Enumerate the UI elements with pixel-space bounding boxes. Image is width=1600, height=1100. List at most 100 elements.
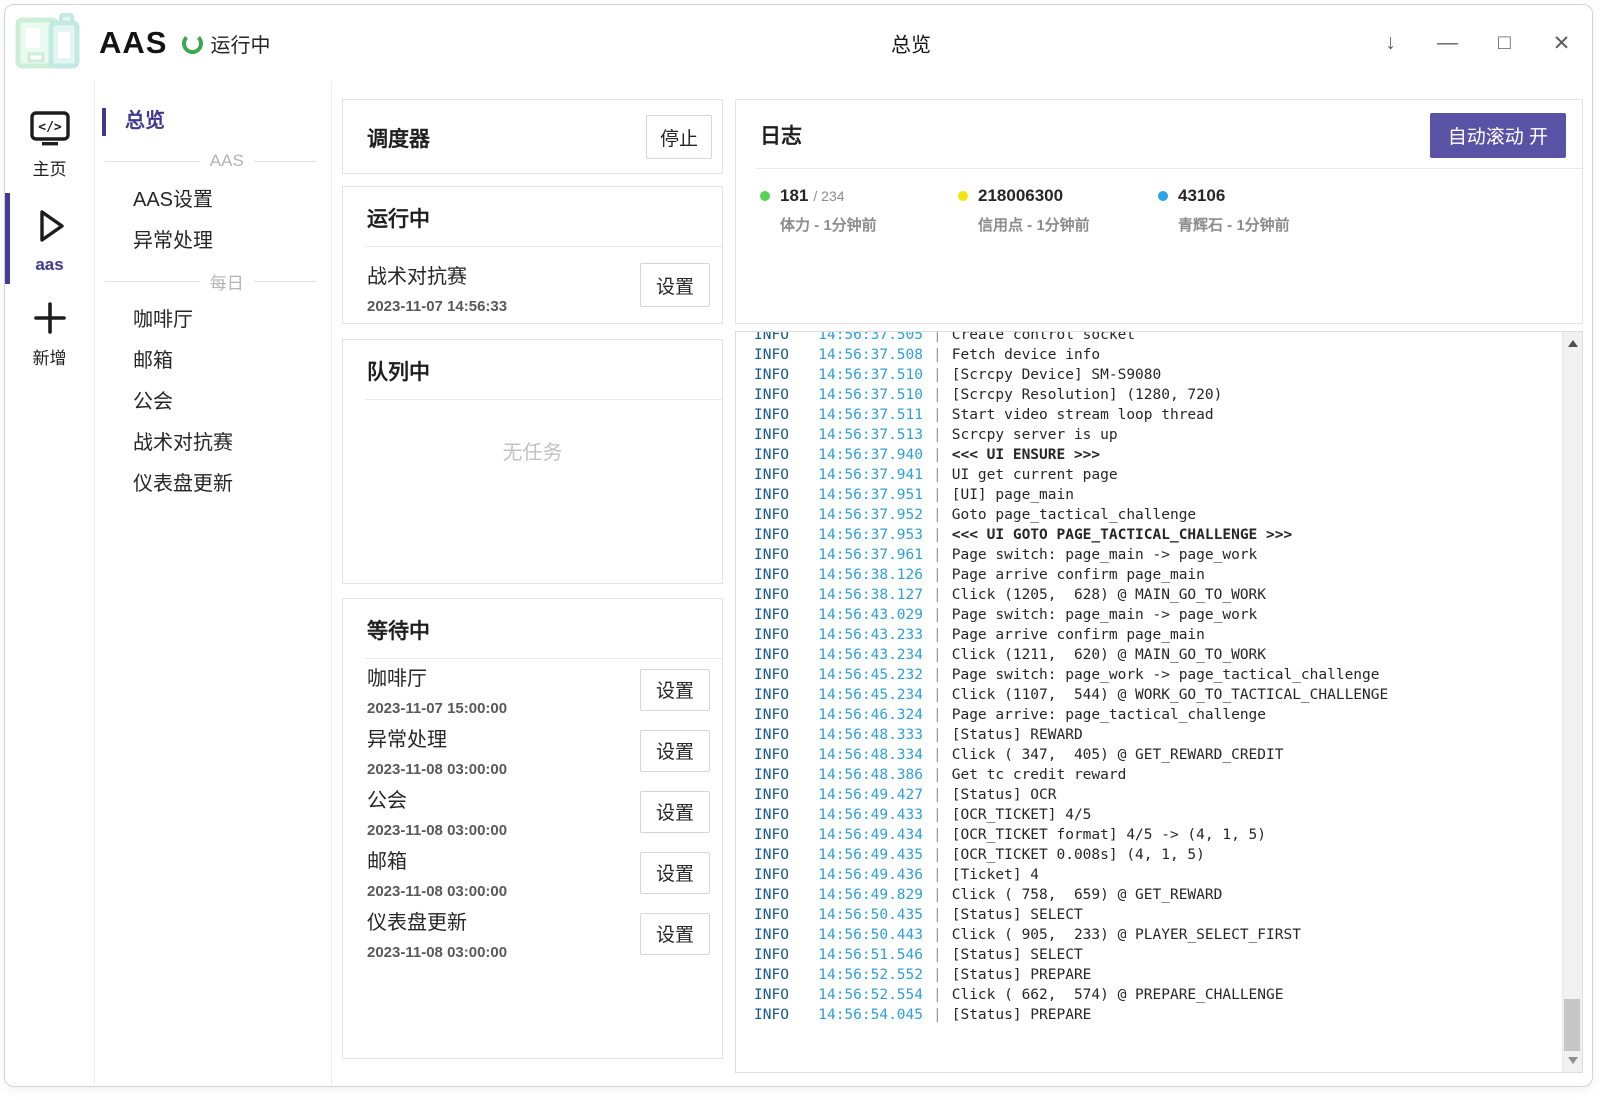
fold-button[interactable]: ↓: [1362, 31, 1419, 55]
log-title: 日志: [760, 120, 802, 150]
log-level: INFO: [736, 885, 803, 905]
log-scrollbar[interactable]: [1562, 332, 1582, 1072]
sidebar-item[interactable]: 总览: [95, 101, 331, 142]
log-message: Goto page_tactical_challenge: [952, 505, 1196, 525]
app-window: AAS 运行中 总览 ↓—□✕ </> 主页 aas 新: [4, 4, 1593, 1087]
log-level: INFO: [736, 365, 803, 385]
stop-button[interactable]: 停止: [646, 115, 712, 159]
log-level: INFO: [736, 505, 803, 525]
log-separator: |: [933, 505, 942, 525]
task-name: 仪表盘更新: [367, 906, 507, 935]
log-line: INFO14:56:37.953|<<< UI GOTO PAGE_TACTIC…: [736, 525, 1561, 545]
log-separator: |: [933, 765, 942, 785]
svg-text:</>: </>: [38, 120, 62, 135]
task-settings-button[interactable]: 设置: [640, 791, 710, 833]
log-separator: |: [933, 365, 942, 385]
task-settings-button[interactable]: 设置: [640, 730, 710, 772]
log-line: INFO14:56:37.940|<<< UI ENSURE >>>: [736, 445, 1561, 465]
log-line: INFO14:56:49.829|Click ( 758, 659) @ GET…: [736, 885, 1561, 905]
log-message: Create control socket: [952, 331, 1135, 345]
log-separator: |: [933, 585, 942, 605]
log-separator: |: [933, 485, 942, 505]
waiting-task-row: 咖啡厅2023-11-07 15:00:00设置: [343, 659, 722, 720]
rail-item-new[interactable]: 新增: [5, 286, 94, 380]
log-message: [Status] SELECT: [952, 945, 1083, 965]
sidebar-item[interactable]: AAS设置: [95, 180, 331, 221]
log-separator: |: [933, 945, 942, 965]
log-line: INFO14:56:37.951|[UI] page_main: [736, 485, 1561, 505]
sidebar-item[interactable]: 公会: [95, 382, 331, 423]
log-level: INFO: [736, 785, 803, 805]
stat-label: 信用点 - 1分钟前: [978, 214, 1090, 235]
log-line: INFO14:56:49.434|[OCR_TICKET format] 4/5…: [736, 825, 1561, 845]
log-separator: |: [933, 331, 942, 345]
task-settings-button[interactable]: 设置: [640, 263, 710, 307]
log-message: Scrcpy server is up: [952, 425, 1118, 445]
log-level: INFO: [736, 745, 803, 765]
log-lines: INFO14:56:37.505|Create control socketIN…: [736, 331, 1561, 1025]
log-viewer[interactable]: INFO14:56:37.505|Create control socketIN…: [735, 331, 1583, 1073]
minimize-button[interactable]: —: [1419, 31, 1476, 55]
running-spinner-icon: [182, 33, 203, 54]
stat-total: / 234: [813, 188, 844, 204]
log-time: 14:56:37.940: [803, 445, 923, 465]
autoscroll-toggle-button[interactable]: 自动滚动 开: [1430, 113, 1566, 158]
log-level: INFO: [736, 425, 803, 445]
log-line: INFO14:56:37.952|Goto page_tactical_chal…: [736, 505, 1561, 525]
log-message: Get tc credit reward: [952, 765, 1127, 785]
stat-value: 218006300: [978, 186, 1063, 206]
stat-dot-icon: [1158, 191, 1168, 201]
app-logo-icon: [11, 10, 83, 76]
log-line: INFO14:56:37.511|Start video stream loop…: [736, 405, 1561, 425]
resource-stat: 218006300 信用点 - 1分钟前: [958, 186, 1158, 235]
log-time: 14:56:37.511: [803, 405, 923, 425]
log-separator: |: [933, 725, 942, 745]
log-level: INFO: [736, 585, 803, 605]
log-message: Click ( 758, 659) @ GET_REWARD: [952, 885, 1223, 905]
close-button[interactable]: ✕: [1533, 31, 1590, 56]
scroll-up-icon[interactable]: [1568, 340, 1578, 347]
task-settings-button[interactable]: 设置: [640, 669, 710, 711]
rail-item-aas[interactable]: aas: [5, 191, 94, 286]
task-settings-button[interactable]: 设置: [640, 852, 710, 894]
log-time: 14:56:37.513: [803, 425, 923, 445]
log-time: 14:56:50.443: [803, 925, 923, 945]
task-name: 公会: [367, 784, 507, 813]
log-line: INFO14:56:52.552|[Status] PREPARE: [736, 965, 1561, 985]
waiting-card: 等待中 咖啡厅2023-11-07 15:00:00设置异常处理2023-11-…: [342, 598, 723, 1059]
scrollbar-thumb[interactable]: [1564, 999, 1580, 1051]
task-settings-button[interactable]: 设置: [640, 913, 710, 955]
log-separator: |: [933, 425, 942, 445]
sidebar-item[interactable]: 咖啡厅: [95, 300, 331, 341]
log-separator: |: [933, 825, 942, 845]
sidebar-item[interactable]: 异常处理: [95, 221, 331, 262]
sidebar-item[interactable]: 战术对抗赛: [95, 423, 331, 464]
log-line: INFO14:56:48.386|Get tc credit reward: [736, 765, 1561, 785]
stat-label: 青辉石 - 1分钟前: [1178, 214, 1290, 235]
rail-item-home[interactable]: </> 主页: [5, 97, 94, 191]
scroll-down-icon[interactable]: [1568, 1057, 1578, 1064]
log-separator: |: [933, 625, 942, 645]
log-time: 14:56:38.127: [803, 585, 923, 605]
log-line: INFO14:56:51.546|[Status] SELECT: [736, 945, 1561, 965]
log-separator: |: [933, 745, 942, 765]
log-time: 14:56:37.951: [803, 485, 923, 505]
log-line: INFO14:56:45.232|Page switch: page_work …: [736, 665, 1561, 685]
log-time: 14:56:43.234: [803, 645, 923, 665]
maximize-button[interactable]: □: [1476, 31, 1533, 55]
log-separator: |: [933, 685, 942, 705]
sidebar-item[interactable]: 仪表盘更新: [95, 464, 331, 505]
waiting-task-row: 公会2023-11-08 03:00:00设置: [343, 781, 722, 842]
log-separator: |: [933, 545, 942, 565]
stat-value: 43106: [1178, 186, 1225, 206]
log-separator: |: [933, 905, 942, 925]
app-status-label: 运行中: [210, 29, 270, 58]
log-message: [Ticket] 4: [952, 865, 1039, 885]
log-separator: |: [933, 465, 942, 485]
sidebar-item[interactable]: 邮箱: [95, 341, 331, 382]
log-message: [Status] OCR: [952, 785, 1057, 805]
stat-label: 体力 - 1分钟前: [780, 214, 877, 235]
log-time: 14:56:46.324: [803, 705, 923, 725]
log-level: INFO: [736, 665, 803, 685]
log-level: INFO: [736, 925, 803, 945]
